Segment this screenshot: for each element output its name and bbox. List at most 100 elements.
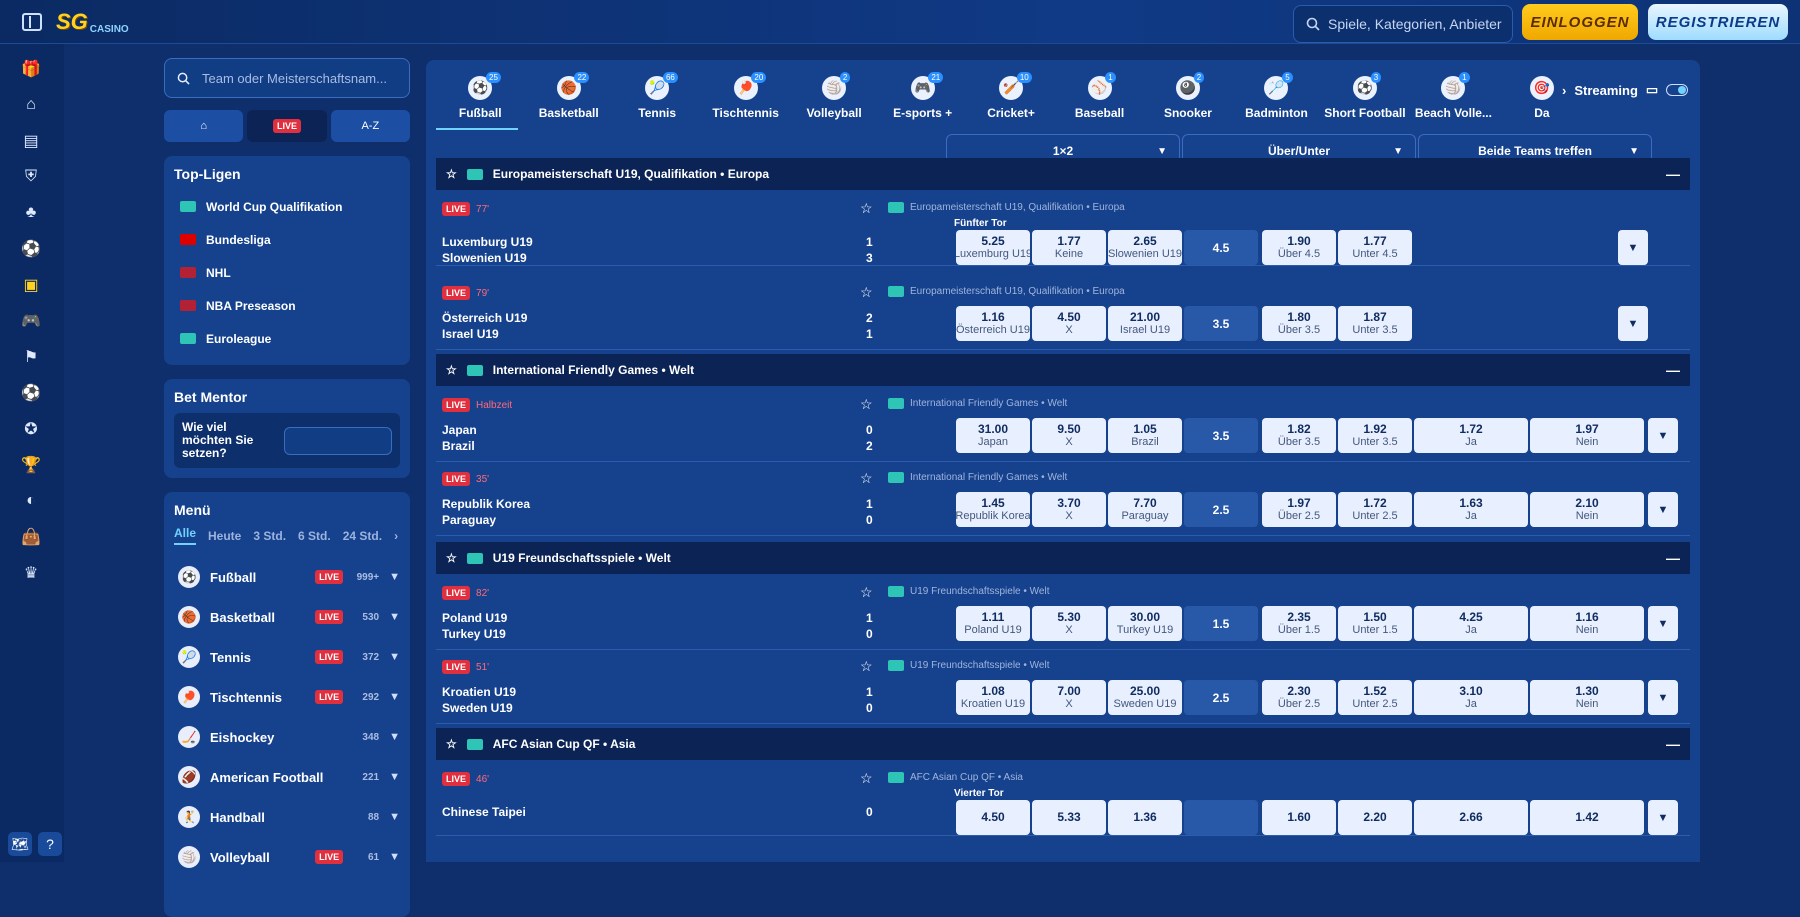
flag-icon[interactable]: ⚑ xyxy=(20,346,42,368)
odd-button[interactable]: 30.00 Turkey U19 xyxy=(1108,606,1182,641)
sport-item[interactable]: 🏐 Volleyball LIVE 61 ▼ xyxy=(174,837,400,877)
odd-button[interactable]: 9.50 X xyxy=(1032,418,1106,453)
chevron-down-icon[interactable]: ▼ xyxy=(389,611,400,623)
sport-tab[interactable]: ⚾ 1 Baseball xyxy=(1055,70,1143,132)
sport-item[interactable]: 🏀 Basketball LIVE 530 ▼ xyxy=(174,597,400,637)
sidebar-toggle-icon[interactable] xyxy=(22,13,42,31)
star-icon[interactable]: ☆ xyxy=(860,396,873,413)
soccer-icon[interactable]: ⚽ xyxy=(20,382,42,404)
register-button[interactable]: REGISTRIEREN xyxy=(1648,4,1788,40)
sport-item[interactable]: 🎾 Tennis LIVE 372 ▼ xyxy=(174,637,400,677)
logo[interactable]: SG CASINO xyxy=(56,4,129,40)
menu-filter[interactable]: 24 Std. xyxy=(343,529,382,543)
odd-button[interactable]: 1.45 Republik Korea xyxy=(956,492,1030,527)
league-header[interactable]: ☆ AFC Asian Cup QF • Asia — xyxy=(436,728,1690,760)
match-row[interactable]: LIVE Halbzeit ☆ International Friendly Game… xyxy=(436,388,1690,462)
chevron-down-icon[interactable]: ▼ xyxy=(389,651,400,663)
league-item[interactable]: NBA Preseason xyxy=(174,289,400,322)
pacman-icon[interactable]: ◐ xyxy=(20,490,42,512)
match-teams[interactable]: Kroatien U19 Sweden U19 xyxy=(442,684,516,716)
over-under-button[interactable]: 1.77 Unter 4.5 xyxy=(1338,230,1412,265)
btts-button[interactable]: 1.72 Ja xyxy=(1414,418,1528,453)
over-under-button[interactable]: 1.97 Über 2.5 xyxy=(1262,492,1336,527)
collapse-icon[interactable]: — xyxy=(1666,550,1680,566)
match-row[interactable]: LIVE 79' ☆ Europameisterschaft U19, Qualifi… xyxy=(436,276,1690,350)
chevron-down-icon[interactable]: ▼ xyxy=(389,731,400,743)
match-teams[interactable]: Poland U19 Turkey U19 xyxy=(442,610,507,642)
sport-tab[interactable]: 🎮 21 E-sports + xyxy=(878,70,966,132)
star-icon[interactable]: ☆ xyxy=(860,284,873,301)
chevron-down-icon[interactable]: ▼ xyxy=(389,571,400,583)
star-icon[interactable]: ☆ xyxy=(860,658,873,675)
sport-tab[interactable]: ⚽ 3 Short Football xyxy=(1321,70,1409,132)
odd-button[interactable]: 3.70 X xyxy=(1032,492,1106,527)
match-teams[interactable]: Luxemburg U19 Slowenien U19 xyxy=(442,234,533,266)
match-row[interactable]: LIVE 51' ☆ U19 Freundschaftsspiele • Welt Kr… xyxy=(436,650,1690,724)
star-icon[interactable]: ☆ xyxy=(860,770,873,787)
match-row[interactable]: LIVE 77' ☆ Europameisterschaft U19, Qualifi… xyxy=(436,192,1690,266)
odd-button[interactable]: 4.50 X xyxy=(1032,306,1106,341)
star-icon[interactable]: ☆ xyxy=(860,470,873,487)
expand-icon[interactable]: ▼ xyxy=(1618,230,1648,265)
sport-item[interactable]: 🤾 Handball 88 ▼ xyxy=(174,797,400,837)
star-icon[interactable]: ☆ xyxy=(860,200,873,217)
odd-button[interactable]: 1.11 Poland U19 xyxy=(956,606,1030,641)
odd-button[interactable]: 1.36 xyxy=(1108,800,1182,835)
league-header[interactable]: ☆ Europameisterschaft U19, Qualifikation … xyxy=(436,158,1690,190)
star-icon[interactable]: ☆ xyxy=(446,167,457,181)
match-teams[interactable]: Republik Korea Paraguay xyxy=(442,496,530,528)
expand-icon[interactable]: ▼ xyxy=(1648,606,1678,641)
global-search[interactable]: Spiele, Kategorien, Anbieter xyxy=(1293,5,1513,43)
over-under-button[interactable]: 2.35 Über 1.5 xyxy=(1262,606,1336,641)
sport-tab[interactable]: 🎯 Da xyxy=(1498,70,1586,132)
sport-tab[interactable]: ⚽ 25 Fußball xyxy=(436,70,524,132)
map-icon[interactable]: 🗺 xyxy=(8,832,32,856)
btts-button[interactable]: 3.10 Ja xyxy=(1414,680,1528,715)
streaming-toggle[interactable]: › Streaming ▭ xyxy=(1556,82,1689,98)
odd-button[interactable]: 5.25 Luxemburg U19 xyxy=(956,230,1030,265)
chevron-down-icon[interactable]: ▼ xyxy=(389,771,400,783)
odd-button[interactable]: 25.00 Sweden U19 xyxy=(1108,680,1182,715)
star-icon[interactable]: ☆ xyxy=(446,551,457,565)
menu-filter[interactable]: Alle xyxy=(174,526,197,545)
streaming-switch[interactable] xyxy=(1666,84,1689,96)
live-tv-icon[interactable]: ▣ xyxy=(20,274,42,296)
odd-button[interactable]: 1.08 Kroatien U19 xyxy=(956,680,1030,715)
home-icon[interactable]: ⌂ xyxy=(20,94,42,116)
clover-icon[interactable]: ♣ xyxy=(20,202,42,224)
crown-icon[interactable]: ♛ xyxy=(20,562,42,584)
league-item[interactable]: World Cup Qualifikation xyxy=(174,190,400,223)
sport-tab[interactable]: 🎾 66 Tennis xyxy=(613,70,701,132)
casino-icon[interactable]: ▤ xyxy=(20,130,42,152)
match-row[interactable]: LIVE 35' ☆ International Friendly Games • W… xyxy=(436,462,1690,536)
odd-button[interactable]: 7.70 Paraguay xyxy=(1108,492,1182,527)
league-header[interactable]: ☆ International Friendly Games • Welt — xyxy=(436,354,1690,386)
over-under-button[interactable]: 2.30 Über 2.5 xyxy=(1262,680,1336,715)
star-icon[interactable]: ☆ xyxy=(446,363,457,377)
odd-button[interactable]: 31.00 Japan xyxy=(956,418,1030,453)
chevron-right-icon[interactable]: › xyxy=(394,529,398,543)
odd-button[interactable]: 21.00 Israel U19 xyxy=(1108,306,1182,341)
over-under-button[interactable]: 1.90 Über 4.5 xyxy=(1262,230,1336,265)
shield-icon[interactable]: ⛨ xyxy=(20,166,42,188)
match-teams[interactable]: Japan Brazil xyxy=(442,422,477,454)
chevron-right-icon[interactable]: › xyxy=(1562,83,1566,98)
collapse-icon[interactable]: — xyxy=(1666,736,1680,752)
gamepad-icon[interactable]: 🎮 xyxy=(20,310,42,332)
expand-icon[interactable]: ▼ xyxy=(1648,418,1678,453)
football-icon[interactable]: ⚽ xyxy=(20,238,42,260)
sport-item[interactable]: ⚽ Fußball LIVE 999+ ▼ xyxy=(174,557,400,597)
btts-button[interactable]: 1.42 xyxy=(1530,800,1644,835)
league-header[interactable]: ☆ U19 Freundschaftsspiele • Welt — xyxy=(436,542,1690,574)
sport-tab[interactable]: 🏐 2 Volleyball xyxy=(790,70,878,132)
odd-button[interactable]: 5.33 xyxy=(1032,800,1106,835)
sport-tab[interactable]: 🏏 10 Cricket+ xyxy=(967,70,1055,132)
sport-tab[interactable]: 🏐 1 Beach Volle... xyxy=(1409,70,1497,132)
menu-filter[interactable]: 6 Std. xyxy=(298,529,331,543)
collapse-icon[interactable]: — xyxy=(1666,166,1680,182)
match-row[interactable]: LIVE 82' ☆ U19 Freundschaftsspiele • Welt Po… xyxy=(436,576,1690,650)
match-teams[interactable]: Österreich U19 Israel U19 xyxy=(442,310,527,342)
menu-filter[interactable]: Heute xyxy=(208,529,241,543)
match-teams[interactable]: Chinese Taipei xyxy=(442,804,526,820)
league-item[interactable]: Euroleague xyxy=(174,322,400,355)
